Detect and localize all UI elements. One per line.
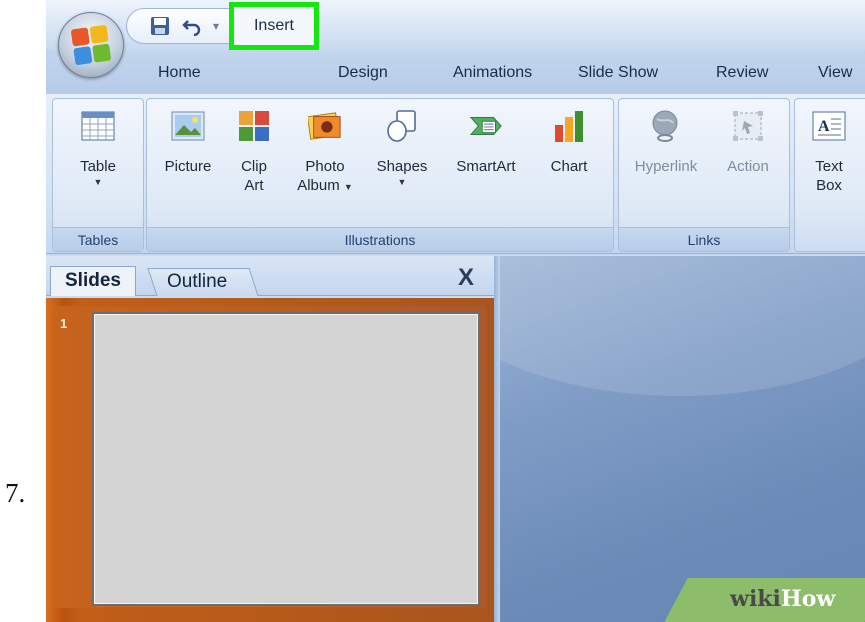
shapes-icon	[385, 109, 419, 143]
clip-art-icon	[237, 109, 271, 143]
tab-slide-show[interactable]: Slide Show	[578, 64, 658, 82]
picture-label: Picture	[164, 158, 212, 175]
watermark-logo: wikiHow	[730, 586, 835, 612]
table-label: Table	[80, 158, 116, 175]
shapes-label: Shapes	[376, 158, 428, 175]
art-label: Art	[244, 177, 264, 194]
step-number: 7.	[5, 478, 26, 508]
pane-tabs: Outline Slides X	[46, 256, 494, 296]
watermark-part-1: wiki	[730, 586, 781, 612]
table-caret-icon: ▼	[93, 177, 103, 187]
box-label: Box	[816, 177, 842, 194]
hyperlink-label: Hyperlink	[634, 158, 698, 175]
chart-icon	[552, 109, 586, 143]
table-icon	[81, 109, 115, 143]
tab-slides-label: Slides	[65, 270, 121, 291]
tab-animations[interactable]: Animations	[453, 64, 532, 82]
office-button[interactable]	[58, 12, 124, 78]
smartart-label: SmartArt	[456, 158, 516, 175]
title-bar: ▾	[46, 0, 865, 50]
text-box-icon: A	[812, 109, 846, 143]
tab-view[interactable]: View	[818, 64, 852, 82]
undo-icon[interactable]	[181, 15, 203, 37]
picture-button[interactable]: Picture	[155, 109, 221, 176]
text-box-button[interactable]: A Text Box	[803, 109, 855, 195]
photo-album-button[interactable]: Photo Album ▼	[291, 109, 359, 195]
office-logo-icon	[70, 24, 112, 66]
photo-album-caret-icon: ▼	[343, 182, 353, 192]
tab-outline-label: Outline	[167, 271, 228, 292]
undo-dropdown-caret[interactable]: ▾	[213, 19, 219, 33]
close-icon[interactable]: X	[458, 264, 474, 292]
photo-album-icon	[308, 109, 342, 143]
slide-thumbnail-list: 1	[46, 298, 494, 622]
tab-insert[interactable]: Insert	[229, 2, 319, 50]
svg-text:A: A	[818, 118, 830, 135]
ribbon: Table ▼ Tables Picture Clip Art Photo Al…	[46, 94, 865, 254]
table-button[interactable]: Table ▼	[53, 109, 143, 188]
smartart-icon	[469, 109, 503, 143]
watermark-part-2: How	[780, 586, 836, 612]
shapes-caret-icon: ▼	[397, 177, 407, 187]
editor-background-glow	[500, 256, 865, 396]
group-tables: Table ▼ Tables	[52, 98, 144, 252]
powerpoint-window: ▾ Home Design Animations Slide Show Revi…	[46, 0, 865, 622]
album-label: Album	[297, 177, 340, 194]
action-icon	[731, 109, 765, 143]
action-button[interactable]: Action	[711, 109, 785, 176]
text-label: Text	[815, 158, 843, 175]
slide-number: 1	[60, 316, 68, 331]
group-illustrations: Picture Clip Art Photo Album ▼ Shapes ▼ …	[146, 98, 614, 252]
tables-group-label: Tables	[53, 227, 143, 251]
tab-insert-label: Insert	[253, 17, 294, 34]
slide-editing-area[interactable]	[500, 256, 865, 622]
slides-pane: Outline Slides X 1	[46, 256, 494, 622]
clip-label: Clip	[241, 158, 267, 175]
save-icon[interactable]	[149, 15, 171, 37]
hyperlink-button[interactable]: Hyperlink	[623, 109, 709, 176]
links-group-label: Links	[619, 227, 789, 251]
hyperlink-icon	[649, 109, 683, 143]
shapes-button[interactable]: Shapes ▼	[367, 109, 437, 188]
group-links: Hyperlink Action Links	[618, 98, 790, 252]
tab-slides[interactable]: Slides	[50, 266, 136, 296]
action-label: Action	[727, 158, 769, 175]
tab-design[interactable]: Design	[338, 64, 388, 82]
illustrations-group-label: Illustrations	[147, 227, 613, 251]
tab-home[interactable]: Home	[158, 64, 201, 82]
clip-art-button[interactable]: Clip Art	[227, 109, 281, 195]
picture-icon	[171, 109, 205, 143]
chart-button[interactable]: Chart	[539, 109, 599, 176]
smartart-button[interactable]: SmartArt	[439, 109, 533, 176]
group-text: A Text Box	[794, 98, 865, 252]
photo-label: Photo	[305, 158, 345, 175]
slide-thumbnail[interactable]	[92, 312, 480, 606]
ribbon-tabs: Home Design Animations Slide Show Review…	[46, 50, 865, 94]
tab-outline[interactable]: Outline	[147, 268, 259, 296]
chart-label: Chart	[550, 158, 588, 175]
tab-review[interactable]: Review	[716, 64, 768, 82]
